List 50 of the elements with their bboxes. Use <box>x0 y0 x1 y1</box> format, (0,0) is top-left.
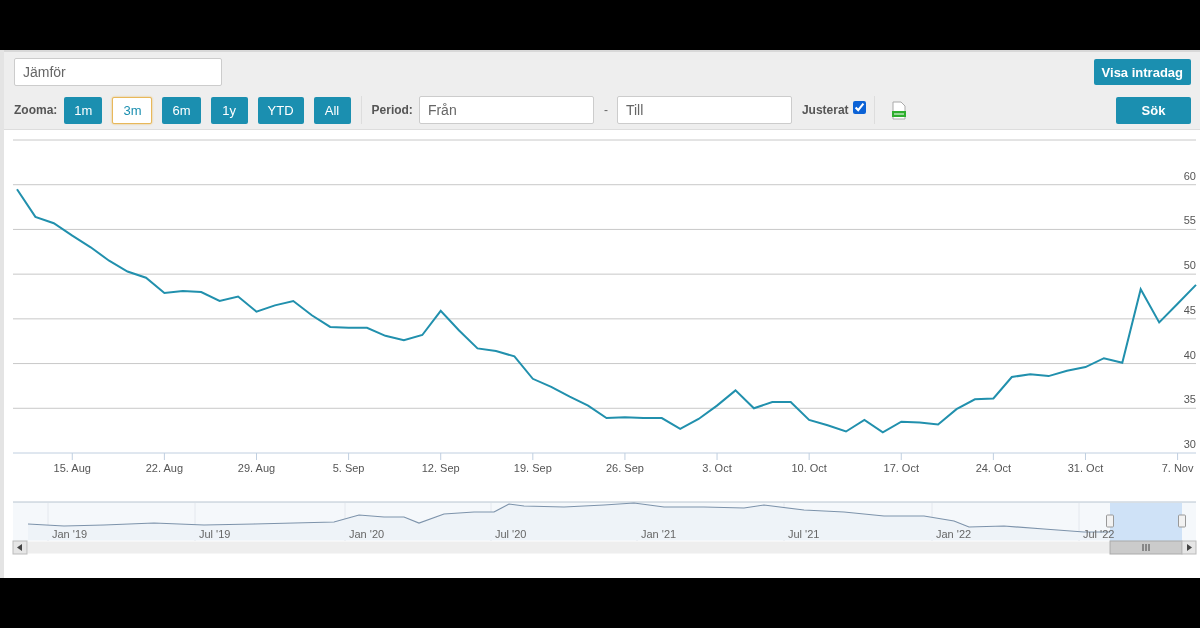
navigator-date-label: Jul '21 <box>788 528 820 540</box>
y-tick-label: 45 <box>1183 303 1196 316</box>
navigator-date-label: Jul '19 <box>199 528 231 540</box>
x-tick-label: 31. Oct <box>1067 462 1104 474</box>
intraday-button[interactable]: Visa intradag <box>1093 59 1191 85</box>
y-tick-label: 30 <box>1183 438 1196 450</box>
x-tick-label: 10. Oct <box>791 462 827 474</box>
compare-field[interactable]: Jämför <box>14 58 222 86</box>
to-field[interactable]: Till <box>616 96 792 124</box>
zoom-button[interactable]: 6m <box>162 96 201 124</box>
scroll-left-button[interactable] <box>12 540 28 555</box>
y-tick-label: 50 <box>1183 259 1196 272</box>
from-field[interactable]: Från <box>418 96 594 124</box>
x-tick-label: 24. Oct <box>975 462 1012 474</box>
scroll-right-button[interactable] <box>1181 540 1197 555</box>
y-tick-label: 55 <box>1183 214 1196 227</box>
search-button[interactable]: Sök <box>1116 96 1191 124</box>
scrollbar-thumb[interactable] <box>1109 540 1183 555</box>
navigator-date-label: Jan '22 <box>936 528 972 540</box>
range-handle[interactable] <box>1178 514 1186 528</box>
x-tick-label: 26. Sep <box>605 462 644 474</box>
x-tick-label: 15. Aug <box>53 462 91 474</box>
zoom-label: Zooma: <box>14 103 58 117</box>
navigator-date-label: Jul '20 <box>495 528 527 540</box>
range-separator: - <box>603 103 608 117</box>
period-label: Period: <box>371 103 413 117</box>
zoom-button[interactable]: 1y <box>210 96 248 124</box>
navigator-date-label: Jul '22 <box>1083 528 1115 540</box>
adjusted-checkbox[interactable] <box>852 100 866 114</box>
zoom-button[interactable]: 3m <box>112 96 153 124</box>
x-tick-label: 7. Nov <box>1161 462 1194 474</box>
range-handle[interactable] <box>1106 514 1114 528</box>
adjusted-label: Justerat <box>801 103 849 117</box>
zoom-button[interactable]: 1m <box>64 96 103 124</box>
x-tick-label: 22. Aug <box>145 462 184 474</box>
x-tick-label: 5. Sep <box>332 462 365 474</box>
y-tick-label: 35 <box>1183 393 1196 406</box>
x-tick-label: 12. Sep <box>421 462 460 474</box>
navigator-date-label: Jan '20 <box>349 528 385 540</box>
navigator-date-label: Jan '21 <box>641 528 677 540</box>
zoom-button[interactable]: All <box>313 96 351 124</box>
x-tick-label: 17. Oct <box>883 462 919 474</box>
x-tick-label: 29. Aug <box>237 462 276 474</box>
zoom-button[interactable]: YTD <box>257 96 304 124</box>
csv-file-icon[interactable] <box>890 100 907 120</box>
navigator-date-label: Jan '19 <box>52 528 88 540</box>
x-tick-label: 19. Sep <box>513 462 552 474</box>
y-tick-label: 40 <box>1183 348 1196 361</box>
x-tick-label: 3. Oct <box>702 462 732 474</box>
y-tick-label: 60 <box>1183 169 1196 182</box>
